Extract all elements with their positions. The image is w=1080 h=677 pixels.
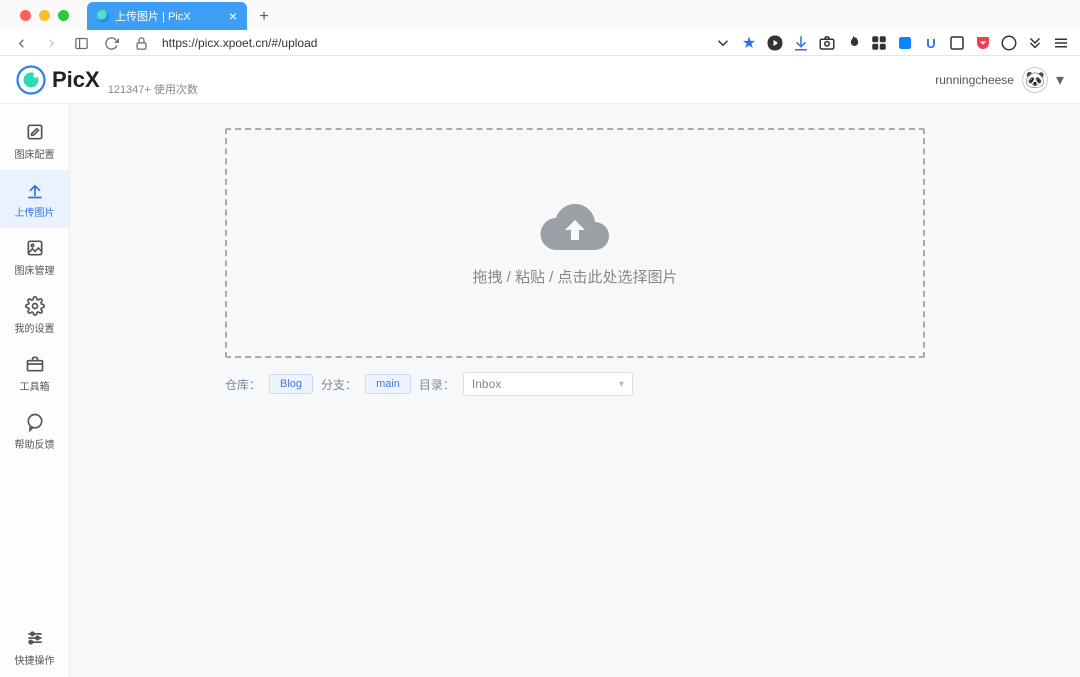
toolbox-icon [25,354,45,374]
nav-back-button[interactable] [10,32,32,54]
extension-icon-1[interactable] [766,34,784,52]
new-tab-button[interactable]: + [251,4,277,30]
logo[interactable]: PicX [16,65,100,95]
sidebar-footer-label: 快捷操作 [15,652,55,667]
browser-tab-active[interactable]: 上传图片 | PicX × [87,2,247,30]
sidebar-item-settings[interactable]: 我的设置 [0,286,69,344]
window-minimize[interactable] [39,10,50,21]
chat-icon [25,412,45,432]
selectors-row: 仓库： Blog 分支： main 目录： Inbox ▾ [225,372,925,396]
tab-close-icon[interactable]: × [229,8,237,24]
sidebar-item-config[interactable]: 图床配置 [0,112,69,170]
dropzone-hint: 拖拽 / 粘贴 / 点击此处选择图片 [472,266,677,287]
pocket-icon[interactable] [974,34,992,52]
upload-icon [25,180,45,200]
flame-icon[interactable] [844,34,862,52]
overflow-icon[interactable] [1026,34,1044,52]
branch-label: 分支： [321,376,357,393]
gear-icon [25,296,45,316]
dir-value: Inbox [472,377,501,391]
sidebar-item-label: 图床配置 [15,146,55,161]
repo-tag[interactable]: Blog [269,374,313,394]
usage-count: 121347+ 使用次数 [108,81,198,103]
reload-button[interactable] [100,32,122,54]
extension-icons: ★ U [714,34,1070,52]
window-controls [10,0,79,30]
logo-icon [16,65,46,95]
extension-icon-3[interactable] [896,34,914,52]
sliders-icon [25,628,45,648]
extension-icon-2[interactable] [870,34,888,52]
extension-icon-5[interactable] [948,34,966,52]
sidebar-item-label: 帮助反馈 [15,436,55,451]
tab-bar: 上传图片 | PicX × + [0,0,1080,30]
dir-label: 目录： [419,376,455,393]
sidebar-item-feedback[interactable]: 帮助反馈 [0,402,69,460]
nav-forward-button[interactable] [40,32,62,54]
dir-select[interactable]: Inbox ▾ [463,372,633,396]
sidebar-item-upload[interactable]: 上传图片 [0,170,69,228]
username: runningcheese [935,73,1014,87]
sidebar: 图床配置 上传图片 图床管理 我的设置 工具箱 帮助反馈 快捷操作 [0,104,70,677]
app-body: 图床配置 上传图片 图床管理 我的设置 工具箱 帮助反馈 快捷操作 [0,104,1080,677]
camera-icon[interactable] [818,34,836,52]
upload-dropzone[interactable]: 拖拽 / 粘贴 / 点击此处选择图片 [225,128,925,358]
favicon [97,10,109,22]
image-icon [25,238,45,258]
edit-icon [25,122,45,142]
sidebar-item-label: 我的设置 [15,320,55,335]
sidebar-toggle-icon[interactable] [70,32,92,54]
lock-icon[interactable] [130,32,152,54]
sidebar-quickaction[interactable]: 快捷操作 [0,628,69,667]
browser-chrome: 上传图片 | PicX × + https://picx.xpoet.cn/#/… [0,0,1080,56]
chevron-down-icon: ▾ [619,379,624,390]
cloud-upload-icon [539,200,611,252]
avatar-dropdown-caret[interactable]: ▾ [1056,70,1064,90]
extension-icon-6[interactable] [1000,34,1018,52]
sidebar-item-label: 工具箱 [20,378,50,393]
address-bar: https://picx.xpoet.cn/#/upload ★ U [0,30,1080,56]
window-close[interactable] [20,10,31,21]
sidebar-item-label: 上传图片 [15,204,55,219]
address-url[interactable]: https://picx.xpoet.cn/#/upload [162,36,317,50]
bookmark-star-icon[interactable]: ★ [740,34,758,52]
avatar[interactable]: 🐼 [1022,67,1048,93]
download-icon[interactable] [792,34,810,52]
chevron-down-icon[interactable] [714,34,732,52]
tab-title: 上传图片 | PicX [115,8,191,24]
sidebar-item-manage[interactable]: 图床管理 [0,228,69,286]
window-maximize[interactable] [58,10,69,21]
branch-tag[interactable]: main [365,374,411,394]
sidebar-item-tools[interactable]: 工具箱 [0,344,69,402]
app-header: PicX 121347+ 使用次数 runningcheese 🐼 ▾ [0,56,1080,104]
menu-icon[interactable] [1052,34,1070,52]
main-content: 拖拽 / 粘贴 / 点击此处选择图片 仓库： Blog 分支： main 目录：… [70,104,1080,677]
repo-label: 仓库： [225,376,261,393]
sidebar-item-label: 图床管理 [15,262,55,277]
logo-text: PicX [52,67,100,93]
extension-icon-4[interactable]: U [922,34,940,52]
